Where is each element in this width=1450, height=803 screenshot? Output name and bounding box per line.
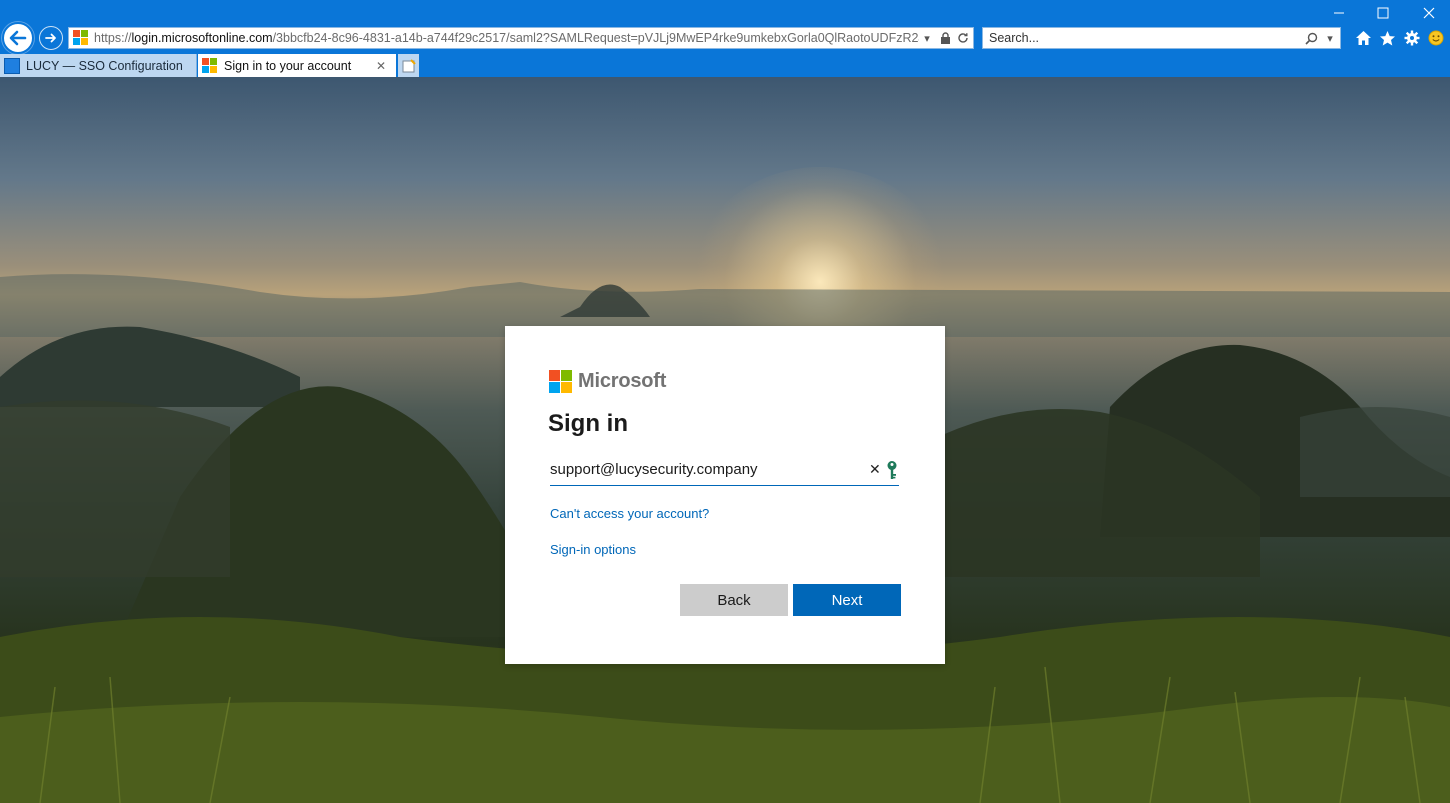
address-bar[interactable]: https://login.microsoftonline.com/3bbcfb… [68, 27, 974, 49]
email-field[interactable] [550, 461, 869, 478]
back-button[interactable]: Back [680, 584, 788, 616]
sign-in-options-link[interactable]: Sign-in options [550, 542, 636, 557]
sign-in-card: Microsoft Sign in ✕ Can't access your ac… [505, 326, 945, 664]
feedback-smiley-icon[interactable] [1426, 28, 1446, 48]
clear-input-icon[interactable]: ✕ [869, 463, 883, 477]
new-tab-icon [402, 58, 416, 72]
settings-gear-icon[interactable] [1402, 28, 1422, 48]
refresh-icon[interactable] [955, 30, 971, 46]
search-input[interactable] [983, 31, 1302, 45]
tab-strip: LUCY — SSO Configuration Sign in to your… [0, 54, 1450, 77]
email-field-container[interactable]: ✕ [550, 454, 899, 486]
home-icon[interactable] [1353, 28, 1373, 48]
search-bar[interactable]: ▾ [982, 27, 1341, 49]
favorites-star-icon[interactable] [1377, 28, 1397, 48]
close-window-icon[interactable] [1418, 4, 1440, 22]
microsoft-logo: Microsoft [549, 370, 666, 393]
password-manager-key-icon[interactable] [885, 460, 899, 480]
address-url[interactable]: https://login.microsoftonline.com/3bbcfb… [94, 31, 919, 45]
back-nav-button[interactable] [2, 22, 34, 54]
forward-nav-button[interactable] [39, 26, 63, 50]
maximize-icon[interactable] [1372, 4, 1394, 22]
tab-title: Sign in to your account [224, 58, 352, 73]
brand-wordmark: Microsoft [578, 370, 667, 392]
lock-icon[interactable] [937, 30, 953, 46]
minimize-icon[interactable] [1328, 4, 1350, 22]
close-tab-icon[interactable]: ✕ [376, 59, 392, 73]
dropdown-chevron-icon[interactable]: ▾ [919, 30, 935, 46]
page-title: Sign in [548, 410, 628, 437]
lucy-favicon-icon [4, 57, 20, 74]
microsoft-favicon-icon [73, 30, 89, 46]
cant-access-account-link[interactable]: Can't access your account? [550, 506, 709, 521]
microsoft-favicon-icon [202, 57, 218, 74]
tab-lucy-sso[interactable]: LUCY — SSO Configuration [0, 54, 197, 77]
next-button[interactable]: Next [793, 584, 901, 616]
tab-title: LUCY — SSO Configuration [26, 58, 183, 73]
search-dropdown-icon[interactable]: ▾ [1322, 30, 1338, 46]
tab-sign-in[interactable]: Sign in to your account ✕ [198, 54, 396, 77]
arrow-left-icon [9, 30, 27, 46]
arrow-right-icon [45, 33, 56, 43]
browser-chrome: https://login.microsoftonline.com/3bbcfb… [0, 0, 1450, 77]
new-tab-button[interactable] [398, 54, 419, 77]
microsoft-squares-icon [549, 370, 572, 393]
search-icon[interactable] [1302, 30, 1320, 46]
